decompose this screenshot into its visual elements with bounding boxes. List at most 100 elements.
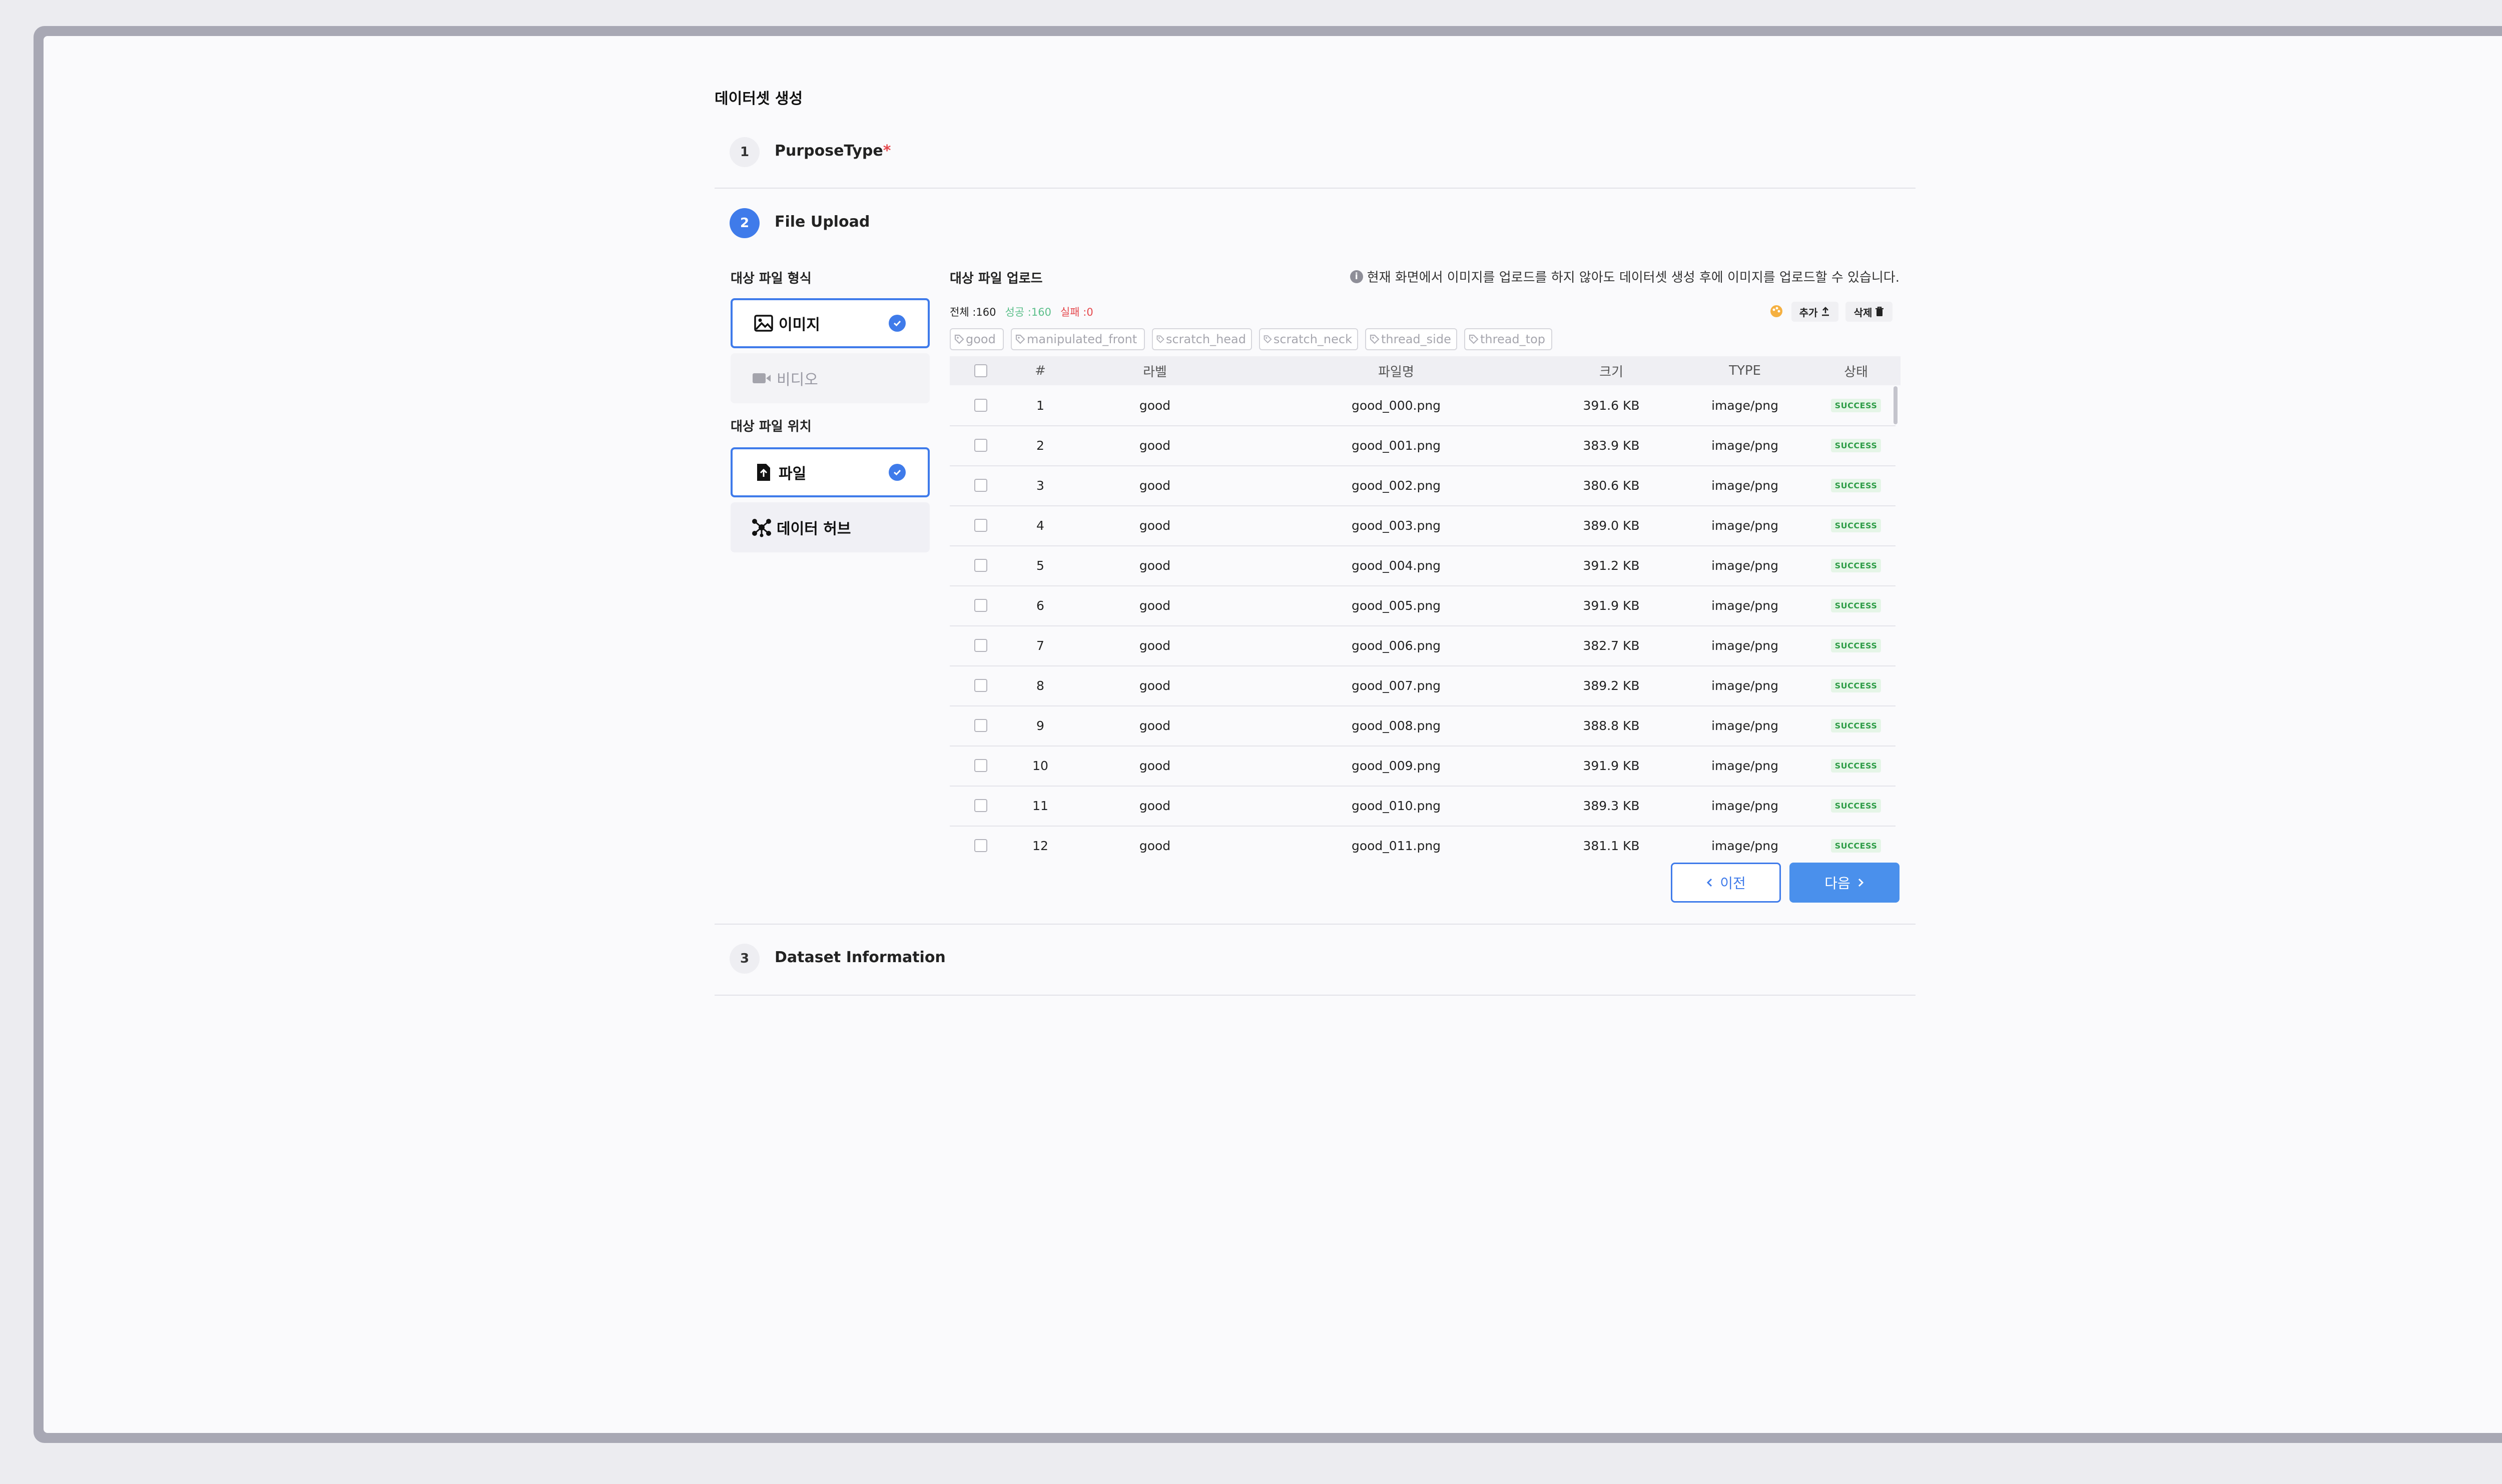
check-circle-icon (889, 464, 906, 481)
row-checkbox[interactable] (974, 679, 987, 692)
row-filename: good_001.png (1351, 438, 1441, 453)
table-row[interactable]: 2 good good_001.png 383.9 KB image/png SUCCES… (950, 425, 1896, 466)
file-table: # 라벨 파일명 크기 TYPE 상태 1 good good_000.png 391… (950, 356, 1901, 857)
step-2-number: 2 (730, 208, 760, 238)
upload-icon (1822, 307, 1829, 316)
status-badge: SUCCESS (1830, 638, 1882, 652)
label-tag[interactable]: thread_top (1464, 328, 1552, 350)
table-scrollbar[interactable] (1894, 386, 1898, 424)
label-tag-text: good (966, 332, 996, 346)
row-number: 6 (1036, 598, 1044, 613)
file-location-file-option[interactable]: 파일 (731, 447, 930, 497)
row-type: image/png (1711, 518, 1778, 533)
upload-info-text: 현재 화면에서 이미지를 업로드를 하지 않아도 데이터셋 생성 후에 이미지를… (1367, 270, 1900, 285)
table-row[interactable]: 1 good good_000.png 391.6 KB image/png SUCCES… (950, 385, 1896, 426)
row-label: good (1139, 438, 1171, 453)
row-checkbox[interactable] (974, 519, 987, 532)
row-filename: good_009.png (1351, 758, 1441, 773)
table-row[interactable]: 3 good good_002.png 380.6 KB image/png SUCCES… (950, 465, 1896, 506)
file-type-image-option[interactable]: 이미지 (731, 298, 930, 348)
row-type: image/png (1711, 438, 1778, 453)
row-label: good (1139, 558, 1171, 573)
label-tag[interactable]: scratch_neck (1259, 328, 1358, 350)
palette-icon[interactable] (1769, 304, 1783, 318)
status-badge: SUCCESS (1830, 478, 1882, 492)
table-row[interactable]: 5 good good_004.png 391.2 KB image/png SUCCES… (950, 545, 1896, 586)
label-tag[interactable]: scratch_head (1152, 328, 1252, 350)
row-checkbox[interactable] (974, 839, 987, 852)
row-label: good (1139, 758, 1171, 773)
step-3-title[interactable]: Dataset Information (775, 949, 946, 966)
add-file-button[interactable]: 추가 (1791, 302, 1838, 322)
col-size: 크기 (1599, 364, 1623, 380)
table-row[interactable]: 10 good good_009.png 391.9 KB image/png SUCCE… (950, 746, 1896, 787)
row-size: 382.7 KB (1583, 638, 1640, 653)
row-checkbox[interactable] (974, 559, 987, 572)
status-badge: SUCCESS (1830, 558, 1882, 572)
row-number: 3 (1036, 478, 1044, 493)
upload-counts: 전체 :160 성공 :160 실패 :0 (950, 304, 1102, 319)
delete-file-button[interactable]: 삭제 (1845, 302, 1893, 322)
status-badge: SUCCESS (1830, 799, 1882, 813)
row-type: image/png (1711, 558, 1778, 573)
label-tag-text: thread_side (1381, 332, 1451, 346)
status-badge: SUCCESS (1830, 759, 1882, 773)
row-checkbox[interactable] (974, 759, 987, 772)
row-checkbox[interactable] (974, 479, 987, 492)
step-1-title[interactable]: PurposeType* (775, 142, 891, 160)
step-1-number: 1 (730, 137, 760, 167)
row-label: good (1139, 518, 1171, 533)
row-number: 8 (1036, 678, 1044, 693)
step-2-title[interactable]: File Upload (775, 213, 870, 231)
file-location-data-hub-option[interactable]: 데이터 허브 (731, 502, 930, 552)
prev-button[interactable]: 이전 (1671, 863, 1781, 903)
table-row[interactable]: 7 good good_006.png 382.7 KB image/png SUCCES… (950, 625, 1896, 666)
row-checkbox[interactable] (974, 799, 987, 812)
row-type: image/png (1711, 758, 1778, 773)
row-number: 7 (1036, 638, 1044, 653)
row-filename: good_005.png (1351, 598, 1441, 613)
tag-icon (1469, 334, 1479, 344)
label-tag[interactable]: manipulated_front (1011, 328, 1145, 350)
label-tag[interactable]: thread_side (1365, 328, 1457, 350)
file-location-data-hub-label: 데이터 허브 (777, 520, 851, 538)
table-header: # 라벨 파일명 크기 TYPE 상태 (950, 356, 1901, 385)
file-type-image-label: 이미지 (779, 316, 820, 334)
row-checkbox[interactable] (974, 399, 987, 412)
row-type: image/png (1711, 598, 1778, 613)
row-filename: good_003.png (1351, 518, 1441, 533)
row-filename: good_011.png (1351, 838, 1441, 853)
col-type: TYPE (1729, 363, 1761, 378)
row-number: 10 (1032, 758, 1048, 773)
row-number: 9 (1036, 718, 1044, 733)
row-size: 391.2 KB (1583, 558, 1640, 573)
row-checkbox[interactable] (974, 639, 987, 652)
row-checkbox[interactable] (974, 439, 987, 452)
table-row[interactable]: 4 good good_003.png 389.0 KB image/png SUCCES… (950, 505, 1896, 546)
row-checkbox[interactable] (974, 719, 987, 732)
upload-title: 대상 파일 업로드 (950, 271, 1043, 286)
next-button[interactable]: 다음 (1789, 863, 1900, 903)
table-row[interactable]: 6 good good_005.png 391.9 KB image/png SUCCES… (950, 585, 1896, 626)
label-tag-text: scratch_head (1165, 332, 1246, 346)
file-location-label: 대상 파일 위치 (731, 419, 812, 434)
table-row[interactable]: 11 good good_010.png 389.3 KB image/png SUCCE… (950, 786, 1896, 827)
row-number: 4 (1036, 518, 1044, 533)
row-checkbox[interactable] (974, 599, 987, 612)
upload-info: i 현재 화면에서 이미지를 업로드를 하지 않아도 데이터셋 생성 후에 이미… (1350, 267, 1900, 286)
file-type-video-option[interactable]: 비디오 (731, 353, 930, 403)
step-3-number: 3 (730, 944, 760, 974)
table-row[interactable]: 8 good good_007.png 389.2 KB image/png SUCCES… (950, 665, 1896, 706)
status-badge: SUCCESS (1830, 518, 1882, 532)
table-row[interactable]: 12 good good_011.png 381.1 KB image/png SUCCE… (950, 826, 1896, 857)
file-type-video-label: 비디오 (777, 371, 818, 389)
step-1-label: PurposeType (775, 142, 883, 160)
row-label: good (1139, 398, 1171, 413)
data-hub-icon (752, 517, 772, 537)
label-tag[interactable]: good (950, 328, 1004, 350)
row-filename: good_000.png (1351, 398, 1441, 413)
file-location-file-label: 파일 (779, 465, 807, 483)
select-all-checkbox[interactable] (974, 364, 987, 377)
label-tag-text: scratch_neck (1273, 332, 1352, 346)
table-row[interactable]: 9 good good_008.png 388.8 KB image/png SUCCES… (950, 705, 1896, 747)
